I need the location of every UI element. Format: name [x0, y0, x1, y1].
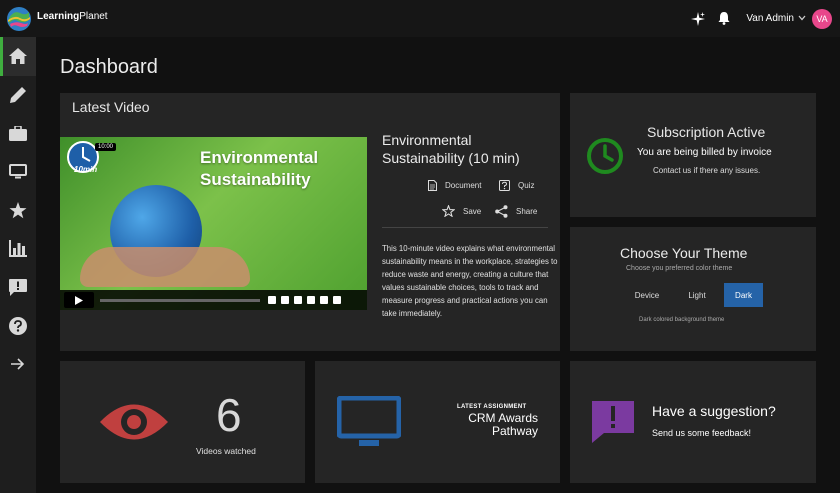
subscription-contact-text: Contact us if there any issues. [653, 166, 761, 175]
hand-image [80, 247, 250, 287]
sidebar-item-favorites[interactable] [0, 191, 36, 230]
help-icon [9, 316, 27, 335]
share-label: Share [516, 207, 538, 216]
volume-icon[interactable] [268, 296, 276, 304]
document-label: Document [445, 181, 482, 190]
video-controls [60, 290, 367, 310]
top-bar: LearningPlanet Van Admin VA [0, 0, 840, 37]
fullscreen-icon[interactable] [333, 296, 341, 304]
sidebar-item-work[interactable] [0, 114, 36, 153]
video-player[interactable]: 10min Environmental Sustainability [60, 137, 367, 310]
suggestion-card[interactable] [570, 361, 816, 483]
home-icon [9, 48, 27, 65]
sidebar-item-monitor[interactable] [0, 153, 36, 192]
chapters-icon[interactable] [320, 296, 328, 304]
learningplanet-logo[interactable] [6, 6, 32, 32]
thumbnail-title: Environmental Sustainability [200, 147, 318, 191]
sidebar-item-edit[interactable] [0, 76, 36, 115]
play-button[interactable] [64, 292, 94, 308]
share-icon [495, 205, 508, 218]
latest-video-title: Latest Video [72, 99, 150, 115]
quiz-label: Quiz [518, 181, 535, 190]
subscription-title: Subscription Active [647, 124, 766, 140]
sidebar-item-home[interactable] [0, 37, 36, 76]
video-progress-bar[interactable] [100, 298, 260, 302]
videos-watched-card [60, 361, 305, 483]
play-icon [75, 295, 83, 305]
timer-badge-label: 10min [74, 165, 98, 174]
sidebar-item-expand[interactable] [0, 345, 36, 384]
sidebar-item-reports[interactable] [0, 230, 36, 269]
document-icon [428, 180, 437, 191]
sidebar-item-help[interactable] [0, 307, 36, 346]
share-button[interactable]: Share [495, 205, 537, 218]
feedback-icon [9, 278, 27, 296]
video-heading: Environmental Sustainability (10 min) [382, 132, 520, 166]
avatar[interactable]: VA [812, 8, 832, 29]
suggestion-title: Have a suggestion? [652, 403, 776, 419]
monitor-icon [337, 396, 401, 446]
video-divider [382, 227, 548, 228]
settings-icon[interactable] [294, 296, 302, 304]
bar-chart-icon [9, 240, 27, 258]
page-title: Dashboard [60, 56, 158, 78]
eye-icon [100, 404, 168, 440]
theme-option-dark[interactable]: Dark [724, 283, 763, 307]
sparkle-icon[interactable] [690, 11, 706, 27]
top-right-controls: Van Admin VA [690, 0, 840, 37]
sidebar [0, 37, 36, 493]
pencil-icon [9, 87, 26, 104]
videos-watched-label: Videos watched [196, 446, 256, 456]
latest-assignment-label: LATEST ASSIGNMENT [457, 404, 527, 410]
bell-icon[interactable] [716, 11, 732, 27]
thumbnail-title-line2: Sustainability [200, 170, 311, 189]
star-icon [9, 201, 27, 219]
videos-watched-count: 6 [216, 389, 242, 441]
chevron-down-icon[interactable] [798, 14, 806, 23]
theme-subtitle: Choose you preferred color theme [626, 265, 733, 272]
theme-option-device[interactable]: Device [624, 283, 670, 307]
time-tooltip: 10:00 [95, 143, 117, 151]
theme-option-light[interactable]: Light [676, 283, 718, 307]
clock-icon [587, 138, 623, 174]
briefcase-icon [9, 125, 27, 141]
thumbnail-title-line1: Environmental [200, 148, 319, 167]
brand-name[interactable]: LearningPlanet [37, 11, 108, 22]
brand-bold: Learning [37, 11, 80, 22]
star-outline-icon [442, 205, 455, 217]
quiz-icon [499, 180, 510, 191]
brand-rest: Planet [79, 11, 108, 22]
user-name[interactable]: Van Admin [746, 13, 794, 24]
transcript-icon[interactable] [307, 296, 315, 304]
theme-note: Dark colored background theme [639, 317, 725, 323]
save-label: Save [463, 206, 482, 216]
quiz-button[interactable]: Quiz [499, 180, 534, 191]
subscription-billing-text: You are being billed by invoice [637, 147, 772, 158]
sidebar-item-feedback[interactable] [0, 268, 36, 307]
arrow-right-icon [11, 358, 25, 370]
monitor-icon [9, 164, 27, 179]
suggestion-subtitle[interactable]: Send us some feedback! [652, 428, 751, 438]
save-button[interactable]: Save [442, 205, 481, 217]
feedback-icon [592, 401, 634, 443]
video-description: This 10-minute video explains what envir… [382, 244, 558, 318]
latest-assignment-name[interactable]: CRM Awards Pathway [440, 412, 538, 438]
captions-icon[interactable] [281, 296, 289, 304]
document-button[interactable]: Document [428, 180, 481, 191]
video-control-icons [268, 296, 346, 304]
theme-title: Choose Your Theme [620, 245, 748, 261]
